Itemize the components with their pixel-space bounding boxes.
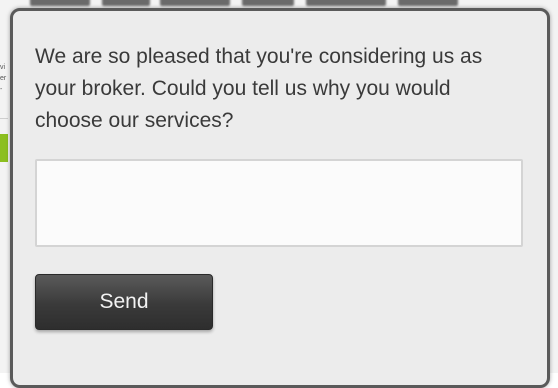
background-side-text: vi er - xyxy=(0,62,10,95)
side-text-line: vi xyxy=(0,64,6,71)
side-text-line: - xyxy=(0,86,3,93)
feedback-popup: We are so pleased that you're considerin… xyxy=(10,8,550,388)
background-divider xyxy=(0,118,8,119)
send-button[interactable]: Send xyxy=(35,274,213,330)
answer-textarea[interactable] xyxy=(35,159,523,247)
popup-question: We are so pleased that you're considerin… xyxy=(35,45,483,132)
side-text-line: er xyxy=(0,75,7,82)
background-green-tab[interactable] xyxy=(0,134,8,162)
